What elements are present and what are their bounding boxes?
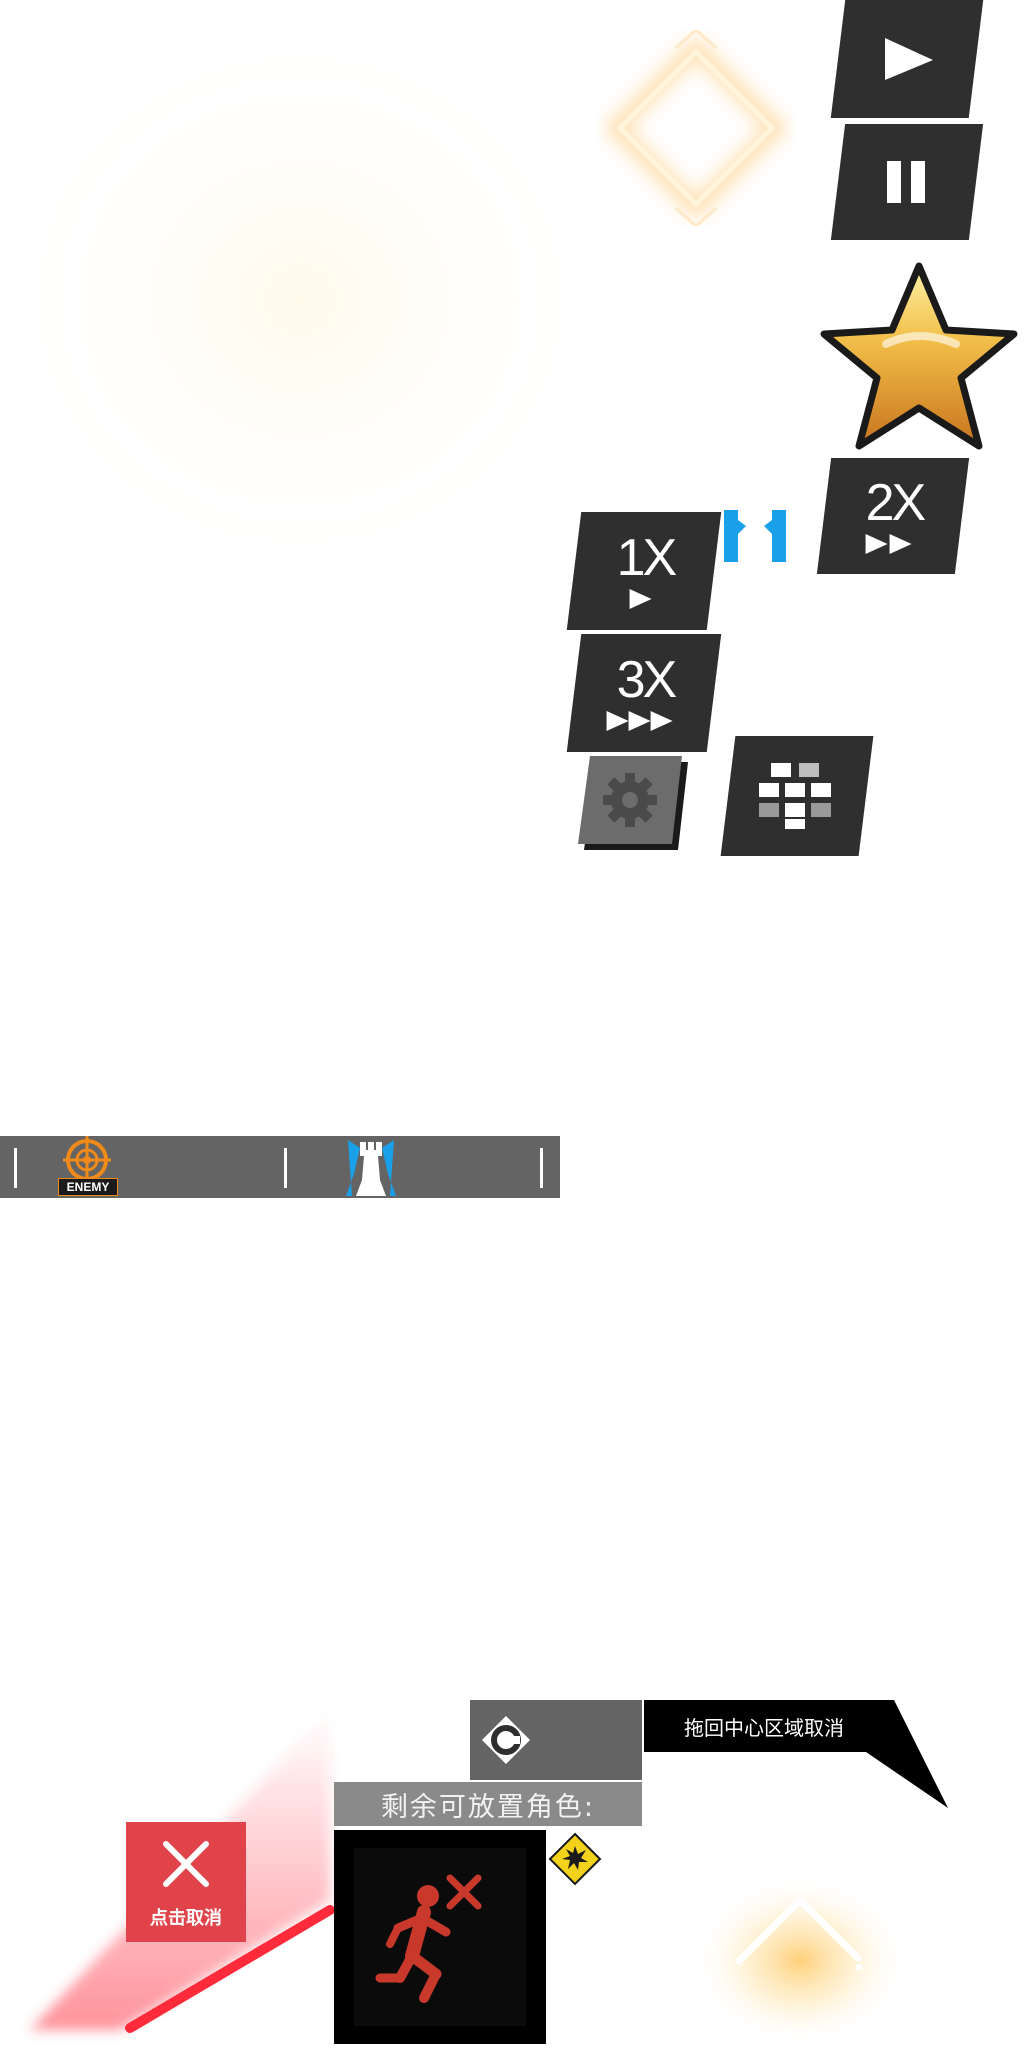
rook-tower-icon <box>346 1140 396 1196</box>
speed-2x-button[interactable]: 2X <box>816 458 970 574</box>
grid-icon <box>759 763 831 829</box>
drag-cancel-banner: 拖回中心区域取消 <box>644 1700 950 1810</box>
explosion-warning-icon <box>548 1832 602 1886</box>
drag-cancel-hint: 拖回中心区域取消 <box>684 1716 844 1740</box>
speed-1x-button[interactable]: 1X <box>566 512 722 630</box>
play-icon <box>885 38 933 80</box>
remaining-bar: 剩余可放置角色: <box>334 1782 642 1826</box>
speed-3x-label: 3X <box>616 651 675 709</box>
tab-enemy[interactable]: ENEMY <box>50 1136 124 1198</box>
speed-2x-label: 2X <box>865 474 924 532</box>
gear-icon <box>603 773 657 827</box>
blue-bracket-icon <box>724 508 786 564</box>
pause-icon <box>887 161 925 203</box>
running-man-icon <box>354 1848 526 2026</box>
remaining-label: 剩余可放置角色: <box>380 1791 596 1823</box>
triple-forward-icon <box>606 711 673 731</box>
play-button[interactable] <box>830 0 984 118</box>
settings-button[interactable] <box>574 756 690 856</box>
star-icon[interactable] <box>816 258 1022 458</box>
fast-forward-icon <box>865 534 912 554</box>
tab-divider <box>14 1148 17 1188</box>
c-badge-icon <box>482 1716 530 1764</box>
diamond-selector-icon <box>598 27 794 229</box>
tab-tower[interactable] <box>340 1138 402 1196</box>
tap-cancel-button[interactable]: 点击取消 <box>126 1822 246 1942</box>
speed-3x-button[interactable]: 3X <box>566 634 722 752</box>
character-card[interactable] <box>334 1830 546 2044</box>
speed-1x-label: 1X <box>616 529 675 587</box>
grid-menu-button[interactable] <box>720 736 874 856</box>
tab-divider <box>540 1148 543 1188</box>
close-icon <box>163 1841 209 1887</box>
pause-button[interactable] <box>830 124 984 240</box>
class-badge-panel <box>470 1700 642 1780</box>
background-glow <box>20 40 580 560</box>
tab-divider <box>284 1148 287 1188</box>
enemy-label: ENEMY <box>58 1178 118 1196</box>
up-chevron-icon[interactable] <box>690 1840 910 2040</box>
tab-bar: ENEMY <box>0 1136 560 1198</box>
play-small-icon <box>629 589 652 609</box>
cancel-label: 点击取消 <box>150 1908 222 1929</box>
